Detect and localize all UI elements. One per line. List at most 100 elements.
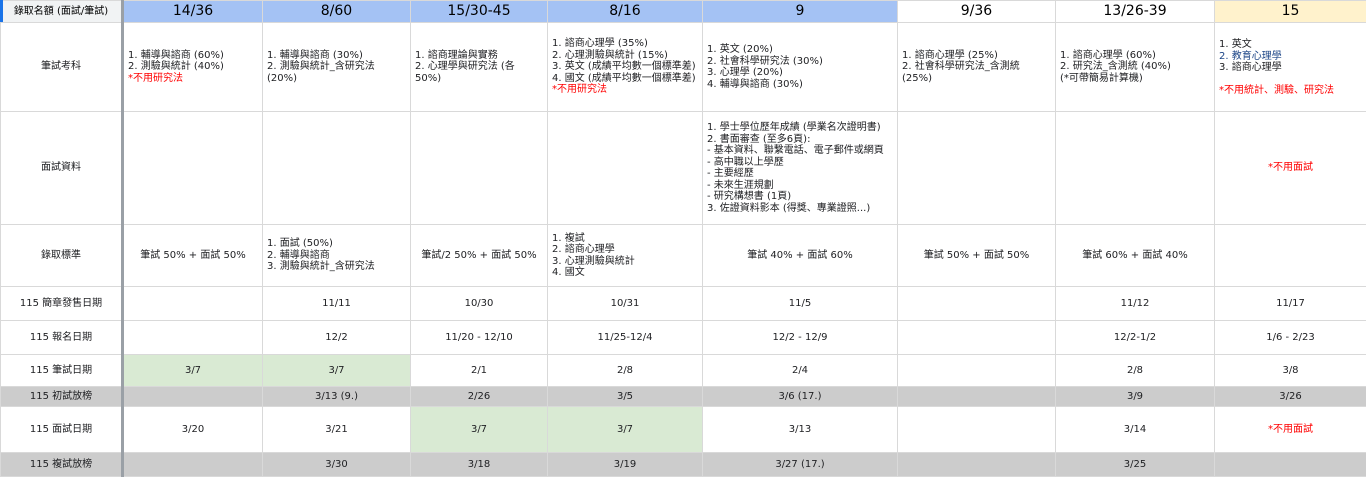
quota-cell[interactable]: 15 (1214, 0, 1366, 23)
brochure-date-cell[interactable]: 11/12 (1055, 286, 1215, 321)
brochure-date-cell[interactable] (122, 286, 263, 321)
final-list-cell[interactable]: 3/25 (1055, 452, 1215, 477)
registration-date-cell[interactable] (122, 320, 263, 355)
interview-date-cell[interactable]: 3/20 (122, 406, 263, 453)
written-date-label[interactable]: 115 筆試日期 (0, 354, 124, 387)
written-date-cell[interactable] (897, 354, 1056, 387)
final-list-cell[interactable] (1214, 452, 1366, 477)
written-date-row: 115 筆試日期 3/7 3/7 2/1 2/8 2/4 2/8 3/8 (0, 354, 1366, 387)
interview-cell[interactable] (1055, 111, 1215, 225)
registration-date-cell[interactable]: 11/25-12/4 (547, 320, 703, 355)
quota-cell[interactable]: 9/36 (897, 0, 1056, 23)
interview-materials-label[interactable]: 面試資料 (0, 111, 124, 225)
admission-criteria-label[interactable]: 錄取標準 (0, 224, 124, 287)
quota-cell[interactable]: 9 (702, 0, 898, 23)
final-list-cell[interactable] (122, 452, 263, 477)
registration-date-cell[interactable]: 12/2 (262, 320, 411, 355)
final-list-cell[interactable]: 3/19 (547, 452, 703, 477)
interview-cell[interactable] (547, 111, 703, 225)
first-list-cell[interactable]: 3/26 (1214, 386, 1366, 407)
written-cell[interactable]: 1. 諮商心理學 (60%) 2. 研究法_含測統 (40%) (*可帶簡易計算… (1055, 22, 1215, 112)
interview-cell[interactable] (897, 111, 1056, 225)
brochure-date-cell[interactable] (897, 286, 1056, 321)
registration-date-cell[interactable]: 1/6 - 2/23 (1214, 320, 1366, 355)
admission-criteria-row: 錄取標準 筆試 50% + 面試 50% 1. 面試 (50%) 2. 輔導與諮… (0, 224, 1366, 287)
first-list-row: 115 初試放榜 3/13 (9.) 2/26 3/5 3/6 (17.) 3/… (0, 386, 1366, 407)
written-cell[interactable]: 1. 輔導與諮商 (30%) 2. 測驗與統計_含研究法 (20%) (262, 22, 411, 112)
quota-cell[interactable]: 15/30-45 (410, 0, 548, 23)
brochure-date-row: 115 簡章發售日期 11/11 10/30 10/31 11/5 11/12 … (0, 286, 1366, 321)
registration-date-cell[interactable]: 12/2-1/2 (1055, 320, 1215, 355)
criteria-cell[interactable]: 筆試 40% + 面試 60% (702, 224, 898, 287)
written-date-cell[interactable]: 2/8 (1055, 354, 1215, 387)
registration-date-cell[interactable] (897, 320, 1056, 355)
quota-label[interactable]: 錄取名額 (面試/筆試) (0, 0, 124, 23)
interview-date-cell[interactable]: *不用面試 (1214, 406, 1366, 453)
interview-date-cell[interactable]: 3/13 (702, 406, 898, 453)
written-date-cell[interactable]: 3/7 (262, 354, 411, 387)
written-cell[interactable]: 1. 輔導與諮商 (60%) 2. 測驗與統計 (40%) *不用研究法 (122, 22, 263, 112)
criteria-cell[interactable]: 筆試 50% + 面試 50% (122, 224, 263, 287)
written-date-cell[interactable]: 2/8 (547, 354, 703, 387)
interview-cell[interactable]: 1. 學士學位歷年成績 (學業名次證明書) 2. 書面審查 (至多6頁): - … (702, 111, 898, 225)
interview-date-cell[interactable]: 3/7 (547, 406, 703, 453)
quota-cell[interactable]: 13/26-39 (1055, 0, 1215, 23)
written-cell[interactable]: 1. 諮商心理學 (35%) 2. 心理測驗與統計 (15%) 3. 英文 (成… (547, 22, 703, 112)
brochure-date-cell[interactable]: 10/30 (410, 286, 548, 321)
final-list-cell[interactable] (897, 452, 1056, 477)
written-date-cell[interactable]: 2/4 (702, 354, 898, 387)
brochure-date-cell[interactable]: 11/17 (1214, 286, 1366, 321)
brochure-date-label[interactable]: 115 簡章發售日期 (0, 286, 124, 321)
written-cell[interactable]: 1. 英文 (20%) 2. 社會科學研究法 (30%) 3. 心理學 (20%… (702, 22, 898, 112)
criteria-cell[interactable]: 筆試 60% + 面試 40% (1055, 224, 1215, 287)
written-subjects-label[interactable]: 筆試考科 (0, 22, 124, 112)
first-list-cell[interactable]: 3/6 (17.) (702, 386, 898, 407)
registration-date-row: 115 報名日期 12/2 11/20 - 12/10 11/25-12/4 1… (0, 320, 1366, 355)
interview-cell[interactable] (410, 111, 548, 225)
written-cell[interactable]: 1. 英文 2. 教育心理學 3. 諮商心理學 *不用統計、測驗、研究法 (1214, 22, 1366, 112)
final-list-cell[interactable]: 3/27 (17.) (702, 452, 898, 477)
written-cell[interactable]: 1. 諮商理論與實務 2. 心理學與研究法 (各 50%) (410, 22, 548, 112)
criteria-cell[interactable] (1214, 224, 1366, 287)
first-list-cell[interactable] (897, 386, 1056, 407)
interview-cell[interactable]: *不用面試 (1214, 111, 1366, 225)
final-list-label[interactable]: 115 複試放榜 (0, 452, 124, 477)
interview-date-row: 115 面試日期 3/20 3/21 3/7 3/7 3/13 3/14 *不用… (0, 406, 1366, 453)
first-list-label[interactable]: 115 初試放榜 (0, 386, 124, 407)
interview-date-cell[interactable]: 3/21 (262, 406, 411, 453)
written-date-cell[interactable]: 2/1 (410, 354, 548, 387)
registration-date-cell[interactable]: 11/20 - 12/10 (410, 320, 548, 355)
criteria-cell[interactable]: 筆試/2 50% + 面試 50% (410, 224, 548, 287)
interview-materials-row: 面試資料 1. 學士學位歷年成績 (學業名次證明書) 2. 書面審查 (至多6頁… (0, 111, 1366, 225)
written-subjects-row: 筆試考科 1. 輔導與諮商 (60%) 2. 測驗與統計 (40%) *不用研究法… (0, 22, 1366, 112)
first-list-cell[interactable] (122, 386, 263, 407)
written-date-cell[interactable]: 3/8 (1214, 354, 1366, 387)
quota-cell[interactable]: 8/60 (262, 0, 411, 23)
interview-cell[interactable] (122, 111, 263, 225)
interview-cell[interactable] (262, 111, 411, 225)
brochure-date-cell[interactable]: 11/5 (702, 286, 898, 321)
criteria-cell[interactable]: 1. 複試 2. 諮商心理學 3. 心理測驗與統計 4. 國文 (547, 224, 703, 287)
final-list-row: 115 複試放榜 3/30 3/18 3/19 3/27 (17.) 3/25 (0, 452, 1366, 477)
header-row: 錄取名額 (面試/筆試) 14/36 8/60 15/30-45 8/16 9 … (0, 0, 1366, 23)
written-cell[interactable]: 1. 諮商心理學 (25%) 2. 社會科學研究法_含測統 (25%) (897, 22, 1056, 112)
first-list-cell[interactable]: 2/26 (410, 386, 548, 407)
interview-date-cell[interactable]: 3/7 (410, 406, 548, 453)
interview-date-cell[interactable] (897, 406, 1056, 453)
quota-cell[interactable]: 8/16 (547, 0, 703, 23)
registration-date-cell[interactable]: 12/2 - 12/9 (702, 320, 898, 355)
registration-date-label[interactable]: 115 報名日期 (0, 320, 124, 355)
brochure-date-cell[interactable]: 11/11 (262, 286, 411, 321)
final-list-cell[interactable]: 3/18 (410, 452, 548, 477)
interview-date-label[interactable]: 115 面試日期 (0, 406, 124, 453)
first-list-cell[interactable]: 3/9 (1055, 386, 1215, 407)
interview-date-cell[interactable]: 3/14 (1055, 406, 1215, 453)
final-list-cell[interactable]: 3/30 (262, 452, 411, 477)
criteria-cell[interactable]: 1. 面試 (50%) 2. 輔導與諮商 3. 測驗與統計_含研究法 (262, 224, 411, 287)
written-date-cell[interactable]: 3/7 (122, 354, 263, 387)
brochure-date-cell[interactable]: 10/31 (547, 286, 703, 321)
criteria-cell[interactable]: 筆試 50% + 面試 50% (897, 224, 1056, 287)
first-list-cell[interactable]: 3/5 (547, 386, 703, 407)
first-list-cell[interactable]: 3/13 (9.) (262, 386, 411, 407)
quota-cell[interactable]: 14/36 (122, 0, 263, 23)
